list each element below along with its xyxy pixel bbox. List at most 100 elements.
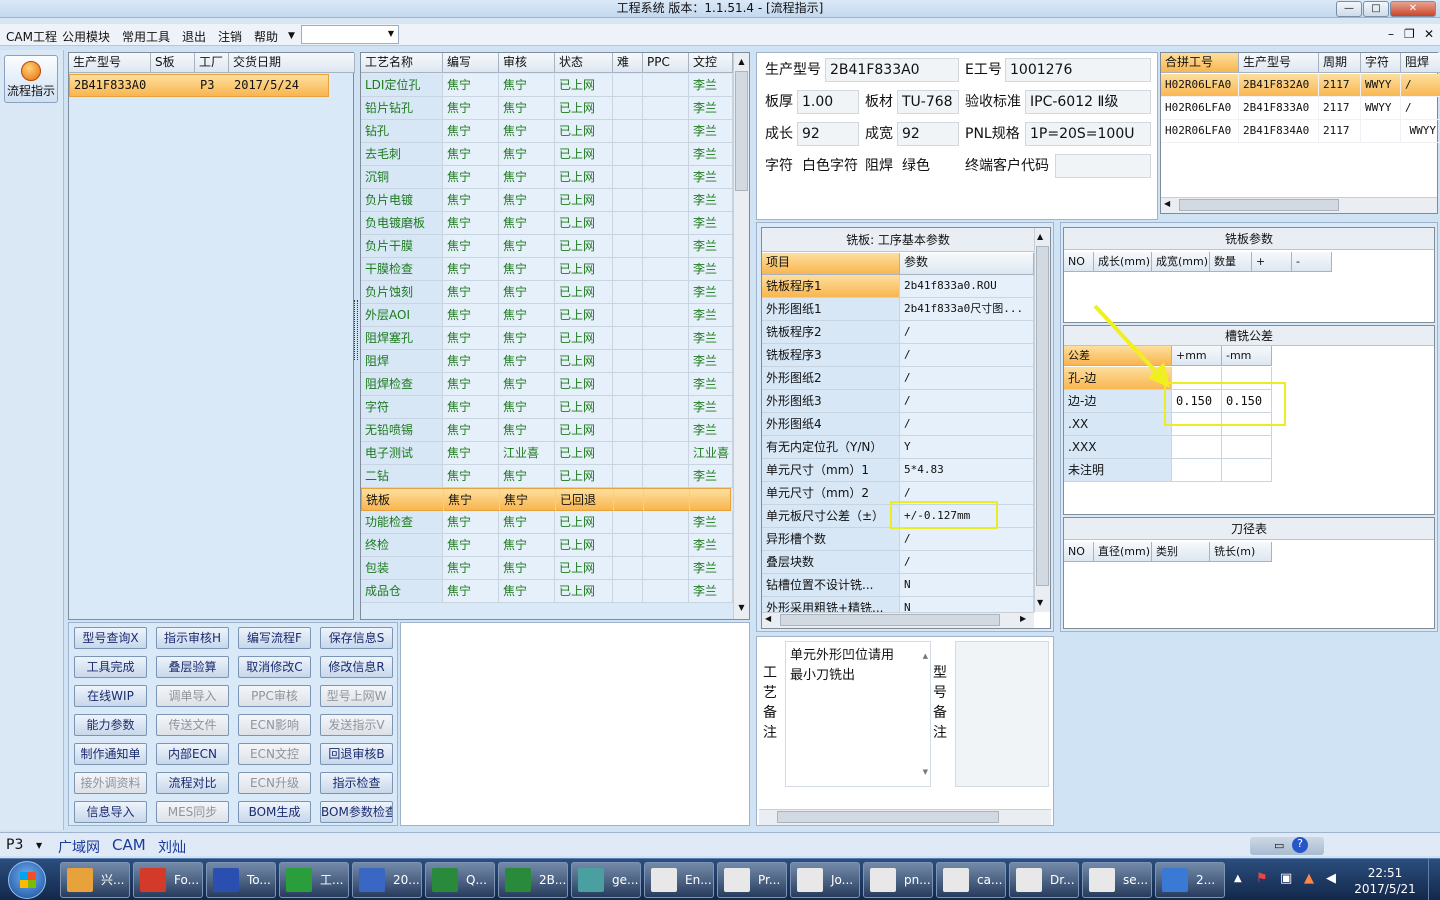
taskbar-item[interactable]: En... <box>644 862 714 898</box>
thickness-field[interactable]: 1.00 <box>797 90 859 114</box>
combine-header-4[interactable]: 阻焊 <box>1401 53 1440 73</box>
milling-value[interactable]: 5*4.83 <box>900 459 1034 482</box>
scroll-up-icon[interactable]: ▲ <box>923 646 928 666</box>
customer-code-field[interactable] <box>1055 154 1151 178</box>
tolerance-cell[interactable]: .XXX <box>1064 436 1172 459</box>
taskbar-item[interactable]: 工... <box>279 862 349 898</box>
maximize-button[interactable]: □ <box>1363 1 1389 17</box>
milling-header-param[interactable]: 参数 <box>900 253 1034 275</box>
tolerance-cell[interactable] <box>1172 436 1222 459</box>
action-button[interactable]: 工具完成 <box>74 656 147 678</box>
milling-item[interactable]: 铣板程序2 <box>762 321 900 344</box>
language-bar[interactable]: ▭ ? <box>1250 837 1324 855</box>
factory-chevron-down-icon[interactable]: ▼ <box>36 841 42 850</box>
process-header-2[interactable]: 审核 <box>499 53 555 73</box>
combine-header-1[interactable]: 生产型号 <box>1239 53 1319 73</box>
combine-row[interactable]: H02R06LFA0 2B41F834A0 2117 WWYY <box>1161 120 1440 143</box>
process-row[interactable]: 外层AOI 焦宁 焦宁 已上网 李兰 <box>361 304 733 327</box>
model-remark-text[interactable] <box>955 641 1049 787</box>
process-row[interactable]: 铅片钻孔 焦宁 焦宁 已上网 李兰 <box>361 97 733 120</box>
action-button[interactable]: 保存信息S <box>320 627 393 649</box>
process-row[interactable]: 负电镀磨板 焦宁 焦宁 已上网 李兰 <box>361 212 733 235</box>
order-row[interactable]: 2B41F833A0 P3 2017/5/24 <box>69 74 329 97</box>
tray-expand-icon[interactable]: ▲ <box>1234 873 1242 884</box>
process-remark-text[interactable]: 单元外形凹位请用 最小刀铣出 ▲ ▼ <box>785 641 931 787</box>
tray-app-icon[interactable]: ▲ <box>1304 871 1314 886</box>
action-button[interactable]: 修改信息R <box>320 656 393 678</box>
combine-row[interactable]: H02R06LFA0 2B41F832A0 2117 WWYY / <box>1161 74 1440 97</box>
mill-params-header-1[interactable]: 成长(mm) <box>1094 252 1152 272</box>
process-row[interactable]: 去毛刺 焦宁 焦宁 已上网 李兰 <box>361 143 733 166</box>
keyboard-icon[interactable]: ▭ <box>1274 839 1284 852</box>
milling-scroll-thumb[interactable] <box>1036 246 1049 586</box>
mdi-close-button[interactable]: ✕ <box>1424 27 1434 41</box>
milling-value[interactable]: 2b41f833a0.ROU <box>900 275 1034 298</box>
tools-header-1[interactable]: 直径(mm) <box>1094 542 1152 562</box>
mask-field[interactable]: 绿色 <box>897 154 959 178</box>
milling-value[interactable]: 2b41f833a0尺寸图... <box>900 298 1034 321</box>
milling-item[interactable]: 外形图纸2 <box>762 367 900 390</box>
tray-volume-icon[interactable]: ◀ <box>1326 871 1336 886</box>
process-row[interactable]: 终检 焦宁 焦宁 已上网 李兰 <box>361 534 733 557</box>
action-button[interactable]: 编写流程F <box>238 627 311 649</box>
process-row[interactable]: 阻焊 焦宁 焦宁 已上网 李兰 <box>361 350 733 373</box>
action-button[interactable]: 指示审核H <box>156 627 229 649</box>
clock[interactable]: 22:51 2017/5/21 <box>1350 865 1420 897</box>
action-button[interactable]: BOM生成 <box>238 801 311 823</box>
process-header-5[interactable]: PPC <box>643 53 689 73</box>
action-button[interactable]: 信息导入 <box>74 801 147 823</box>
process-row[interactable]: 阻焊检查 焦宁 焦宁 已上网 李兰 <box>361 373 733 396</box>
process-row[interactable]: 铣板 焦宁 焦宁 已回退 <box>361 488 734 512</box>
milling-item[interactable]: 叠层块数 <box>762 551 900 574</box>
process-header-3[interactable]: 状态 <box>555 53 613 73</box>
menu-common-module[interactable]: 公用模块 <box>62 28 110 45</box>
tolerance-cell[interactable] <box>1222 436 1272 459</box>
width-field[interactable]: 92 <box>897 122 959 146</box>
mill-params-header-4[interactable]: + <box>1252 252 1292 272</box>
taskbar-item[interactable]: 2B... <box>498 862 568 898</box>
orders-header-factory[interactable]: 工厂 <box>195 53 229 73</box>
combine-row[interactable]: H02R06LFA0 2B41F833A0 2117 WWYY / <box>1161 97 1440 120</box>
process-header-6[interactable]: 文控 <box>689 53 733 73</box>
milling-value[interactable]: / <box>900 413 1034 436</box>
process-row[interactable]: 负片干膜 焦宁 焦宁 已上网 李兰 <box>361 235 733 258</box>
menu-more-chevron-icon[interactable]: ▼ <box>288 31 295 41</box>
process-row[interactable]: 负片蚀刻 焦宁 焦宁 已上网 李兰 <box>361 281 733 304</box>
combine-hscrollbar[interactable]: ◀ <box>1161 197 1437 213</box>
scroll-down-icon[interactable]: ▼ <box>923 762 928 782</box>
taskbar-item[interactable]: Fo... <box>133 862 203 898</box>
action-button[interactable]: BOM参数检查 <box>320 801 393 823</box>
process-row[interactable]: 无铅喷锡 焦宁 焦宁 已上网 李兰 <box>361 419 733 442</box>
remarks-scroll-thumb[interactable] <box>777 811 999 823</box>
eno-field[interactable]: 1001276 <box>1005 58 1151 82</box>
process-row[interactable]: 沉铜 焦宁 焦宁 已上网 李兰 <box>361 166 733 189</box>
process-row[interactable]: LDI定位孔 焦宁 焦宁 已上网 李兰 <box>361 74 733 97</box>
taskbar-item[interactable]: 兴... <box>60 862 130 898</box>
model-field[interactable]: 2B41F833A0 <box>825 58 959 82</box>
tolerance-cell[interactable]: .XX <box>1064 413 1172 436</box>
taskbar-item[interactable]: ca... <box>936 862 1006 898</box>
menu-common-tools[interactable]: 常用工具 <box>122 28 170 45</box>
menu-exit[interactable]: 退出 <box>182 28 206 45</box>
milling-hscrollbar[interactable]: ◀ ▶ <box>762 612 1034 628</box>
factory-selector[interactable]: P3 <box>6 837 23 853</box>
taskbar-item[interactable]: ge... <box>571 862 641 898</box>
length-field[interactable]: 92 <box>797 122 859 146</box>
process-row[interactable]: 钻孔 焦宁 焦宁 已上网 李兰 <box>361 120 733 143</box>
material-field[interactable]: TU-768 <box>897 90 959 114</box>
tools-header-3[interactable]: 铣长(m) <box>1210 542 1272 562</box>
milling-value[interactable]: N <box>900 574 1034 597</box>
scroll-down-icon[interactable]: ▼ <box>736 603 747 612</box>
tolerance-cell[interactable]: 未注明 <box>1064 459 1172 482</box>
milling-item[interactable]: 有无内定位孔（Y/N） <box>762 436 900 459</box>
orders-header-model[interactable]: 生产型号 <box>69 53 151 73</box>
scroll-right-icon[interactable]: ▶ <box>1020 614 1026 623</box>
action-button[interactable]: 指示检查 <box>320 772 393 794</box>
milling-value[interactable]: / <box>900 321 1034 344</box>
milling-value[interactable]: / <box>900 551 1034 574</box>
show-desktop-button[interactable] <box>1428 859 1440 900</box>
process-header-1[interactable]: 编写 <box>443 53 499 73</box>
process-row[interactable]: 电子测试 焦宁 江业喜 已上网 江业喜 <box>361 442 733 465</box>
menu-combo[interactable]: ▼ <box>301 25 399 44</box>
milling-header-item[interactable]: 项目 <box>762 253 900 275</box>
